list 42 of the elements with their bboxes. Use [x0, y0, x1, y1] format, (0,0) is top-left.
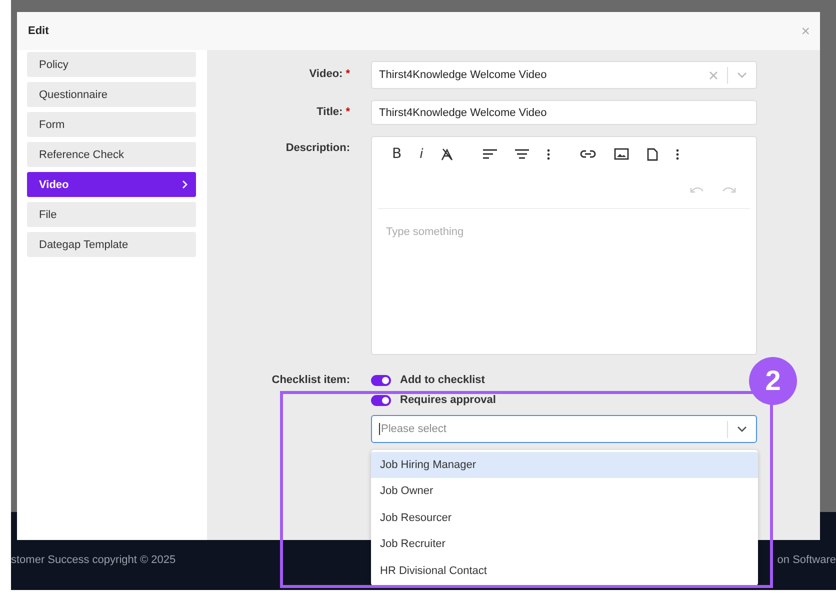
- field-label: Description:: [284, 141, 351, 156]
- dropdown-option[interactable]: HR Divisional Contact: [371, 558, 758, 584]
- copyright-text: stomer Success copyright © 2025: [11, 554, 176, 566]
- sidebar-item[interactable]: Video: [27, 172, 196, 197]
- title-input[interactable]: Thirst4Knowledge Welcome Video: [371, 100, 757, 125]
- dropdown-option[interactable]: Job Hiring Manager: [371, 452, 758, 478]
- dropdown-option[interactable]: Job Owner: [371, 478, 758, 505]
- description-editor[interactable]: B i Type something: [371, 136, 757, 355]
- format-button[interactable]: i: [420, 146, 424, 162]
- editor-placeholder: Type something: [386, 226, 464, 238]
- dropdown-option[interactable]: Job Resourcer: [371, 504, 758, 532]
- more-icon[interactable]: [676, 148, 680, 160]
- sidebar-item[interactable]: Form: [27, 112, 196, 137]
- field-label: Video: *: [308, 67, 351, 82]
- document-icon[interactable]: [647, 148, 658, 160]
- toggle-label: Requires approval: [400, 394, 496, 406]
- sidebar-item[interactable]: Questionnaire: [27, 82, 196, 107]
- dialog-title: Edit: [28, 25, 49, 37]
- sidebar-item[interactable]: Dategap Template: [27, 232, 196, 257]
- align-center-icon[interactable]: [515, 149, 530, 159]
- image-icon[interactable]: [614, 148, 630, 160]
- toggle-label: Add to checklist: [400, 374, 485, 386]
- clear-icon: [709, 70, 718, 80]
- chevron-icon: [182, 180, 188, 189]
- chevron-down-icon: [737, 72, 747, 78]
- video-select[interactable]: Thirst4Knowledge Welcome Video: [371, 61, 757, 89]
- dropdown-option[interactable]: Job Recruiter: [371, 531, 758, 558]
- field-label: Title: *: [316, 105, 351, 120]
- approver-select[interactable]: Please select: [371, 415, 757, 443]
- link-icon[interactable]: [580, 150, 596, 158]
- more-icon[interactable]: [547, 148, 550, 160]
- chevron-down-icon: [737, 426, 747, 432]
- clear-format-icon[interactable]: [441, 148, 454, 160]
- field-label: Checklist item:: [270, 374, 351, 388]
- toggle-switch[interactable]: [371, 374, 391, 386]
- tagline-text: on Software: [777, 554, 836, 566]
- align-left-icon[interactable]: [483, 149, 498, 159]
- sidebar-item[interactable]: File: [27, 202, 196, 227]
- sidebar-item[interactable]: Reference Check: [27, 142, 196, 167]
- format-button[interactable]: B: [392, 146, 402, 162]
- toggle-switch[interactable]: [371, 394, 391, 406]
- sidebar-item[interactable]: Policy: [27, 52, 196, 77]
